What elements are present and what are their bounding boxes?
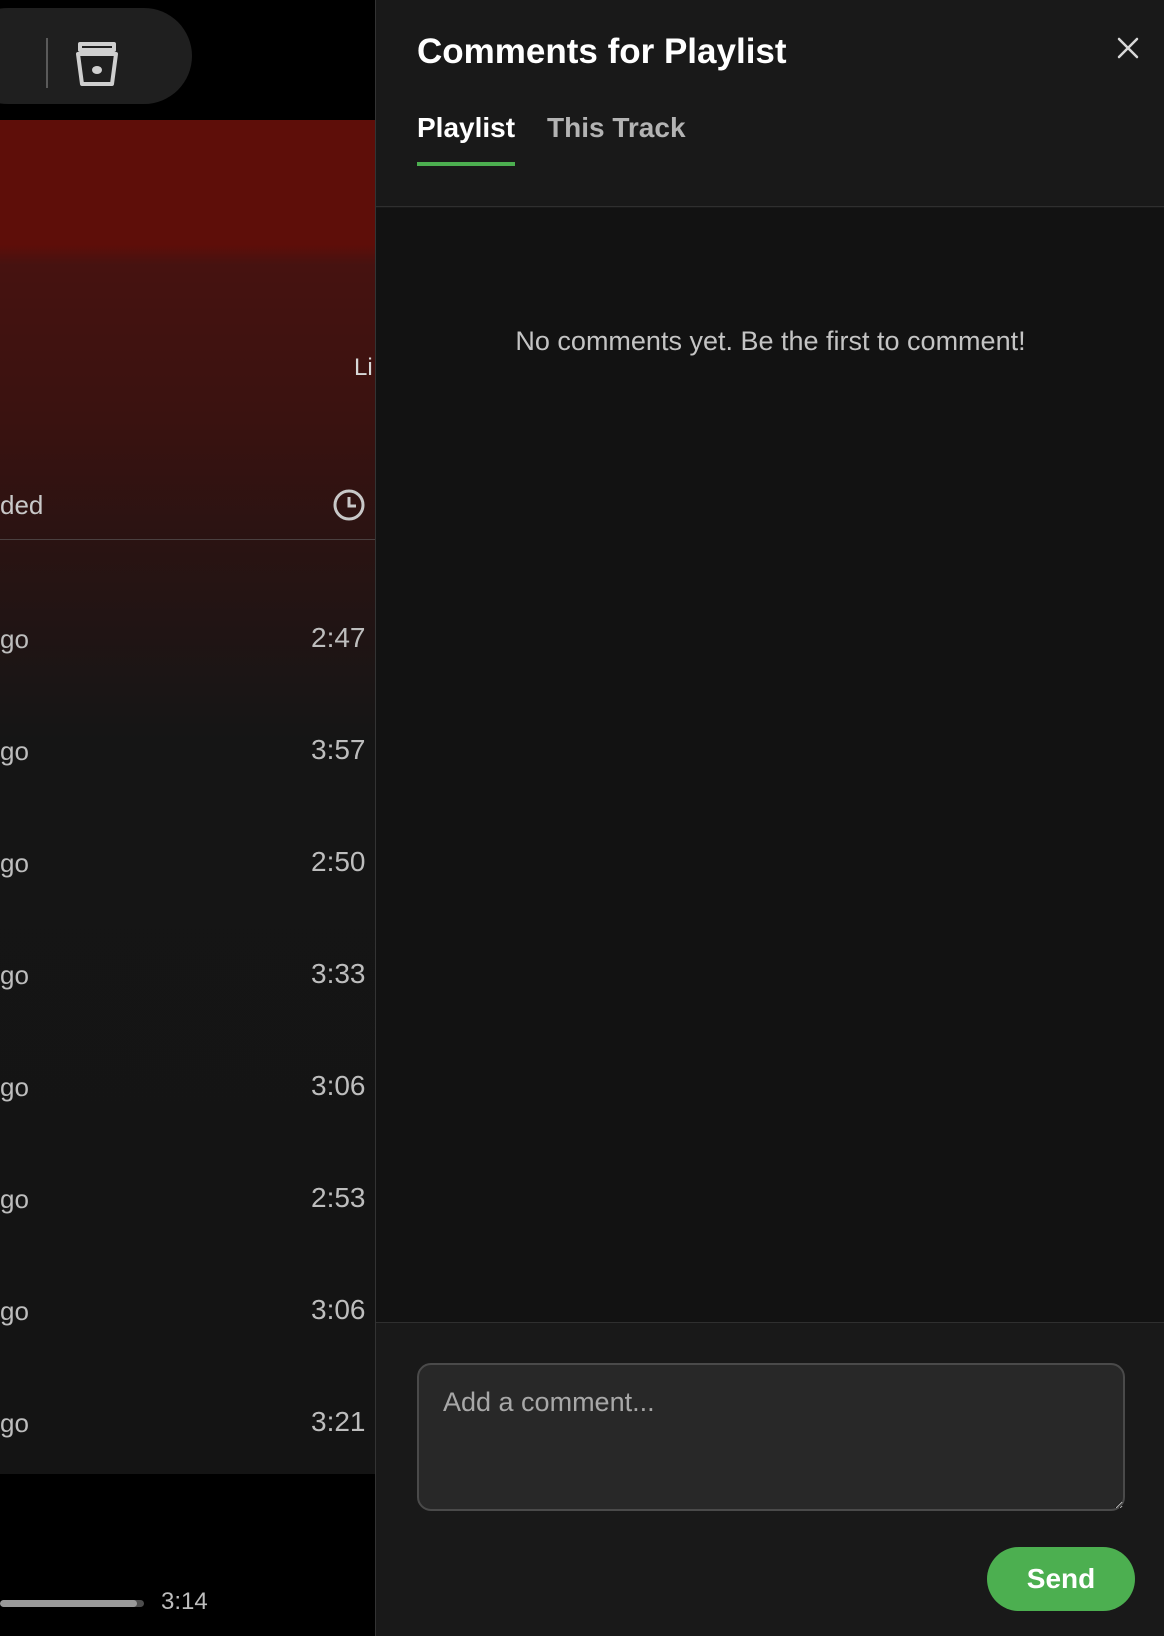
- track-date-added: go: [0, 624, 29, 654]
- tab-playlist[interactable]: Playlist: [417, 112, 516, 166]
- track-date-added: go: [0, 736, 29, 766]
- track-duration: 3:06: [311, 1070, 366, 1101]
- total-time: 3:14: [161, 1588, 208, 1615]
- hero-partial-text: Li: [354, 354, 373, 381]
- track-row[interactable]: go 2:50: [0, 834, 375, 894]
- top-controls-pill: [0, 8, 192, 104]
- track-duration: 2:47: [311, 622, 366, 653]
- track-row[interactable]: go 3:21: [0, 1394, 375, 1454]
- header-divider: [0, 539, 375, 540]
- track-duration: 2:50: [311, 846, 366, 877]
- comment-input[interactable]: [417, 1363, 1125, 1511]
- track-row[interactable]: go 3:57: [0, 722, 375, 782]
- track-date-added: go: [0, 1072, 29, 1102]
- progress-bar[interactable]: [0, 1600, 144, 1607]
- tab-this-track[interactable]: This Track: [547, 112, 686, 162]
- track-date-added: go: [0, 960, 29, 990]
- progress-fill: [0, 1600, 137, 1607]
- send-button[interactable]: Send: [987, 1547, 1135, 1611]
- track-date-added: go: [0, 1184, 29, 1214]
- track-date-added: go: [0, 1408, 29, 1438]
- track-duration: 2:53: [311, 1182, 366, 1213]
- track-row[interactable]: go 3:33: [0, 946, 375, 1006]
- column-header-date-added[interactable]: ded: [0, 490, 43, 521]
- close-icon[interactable]: [1110, 30, 1146, 66]
- track-row[interactable]: go 3:06: [0, 1058, 375, 1118]
- track-row[interactable]: go 3:06: [0, 1282, 375, 1342]
- track-row[interactable]: go 2:47: [0, 610, 375, 670]
- pill-divider: [46, 38, 48, 88]
- comments-list: No comments yet. Be the first to comment…: [376, 208, 1164, 1322]
- track-duration: 3:33: [311, 958, 366, 989]
- panel-title: Comments for Playlist: [417, 32, 787, 71]
- track-date-added: go: [0, 848, 29, 878]
- comments-panel: Comments for Playlist Playlist This Trac…: [375, 0, 1164, 1636]
- speaker-device-icon[interactable]: [72, 38, 122, 88]
- clock-icon: [333, 489, 365, 521]
- track-duration: 3:21: [311, 1406, 366, 1437]
- background-app: Li ded go 2:47 go 3:57 go 2:50 go 3:33 go 3:06 go 2…: [0, 0, 375, 1636]
- track-row[interactable]: go 2:53: [0, 1170, 375, 1230]
- player-bar: 3:14: [0, 1474, 375, 1636]
- track-duration: 3:06: [311, 1294, 366, 1325]
- track-duration: 3:57: [311, 734, 366, 765]
- panel-header: Comments for Playlist Playlist This Trac…: [376, 0, 1164, 207]
- comment-composer: Send: [376, 1322, 1164, 1636]
- empty-comments-message: No comments yet. Be the first to comment…: [515, 326, 1026, 356]
- track-date-added: go: [0, 1296, 29, 1326]
- playlist-hero: Li: [0, 120, 375, 1474]
